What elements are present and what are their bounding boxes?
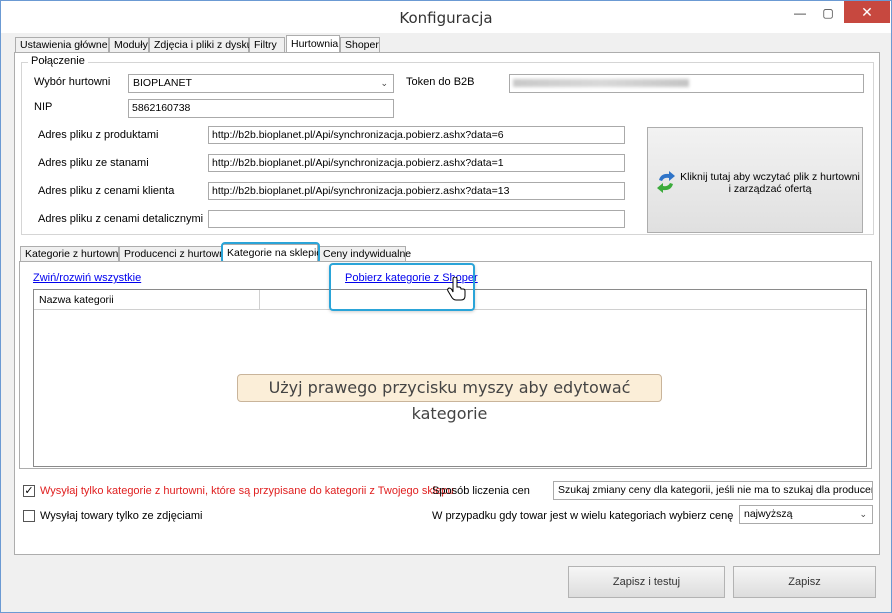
tab-filtry[interactable]: Filtry [249, 37, 285, 53]
stock-file-label: Adres pliku ze stanami [38, 157, 149, 169]
retail-prices-file-label: Adres pliku z cenami detalicznymi [38, 213, 204, 225]
multi-category-label: W przypadku gdy towar jest w wielu kateg… [432, 510, 734, 522]
nip-label: NIP [34, 101, 53, 113]
category-name-column-header[interactable]: Nazwa kategorii [34, 290, 260, 310]
window-title: Konfiguracja [399, 9, 493, 27]
tab-hurtownia[interactable]: Hurtownia [286, 35, 340, 53]
multi-category-value: najwyższą [744, 508, 793, 520]
token-redaction [513, 79, 689, 87]
products-file-label: Adres pliku z produktami [38, 129, 159, 141]
only-with-photos-label: Wysyłaj towary tylko ze zdjęciami [40, 510, 203, 522]
price-method-label: Sposób liczenia cen [432, 485, 530, 497]
subtab-producenci[interactable]: Producenci z hurtowni [119, 246, 227, 262]
collapse-expand-all-link[interactable]: Zwiń/rozwiń wszystkie [33, 272, 141, 284]
send-assigned-label: Wysyłaj tylko kategorie z hurtowni, któr… [40, 485, 454, 497]
wholesaler-select[interactable]: BIOPLANET ⌄ [128, 74, 394, 93]
minimize-icon[interactable]: — [787, 3, 813, 23]
price-method-value: Szukaj zmiany ceny dla kategorii, jeśli … [558, 484, 873, 496]
token-input[interactable] [509, 74, 864, 93]
multi-category-select[interactable]: najwyższą ⌄ [739, 505, 873, 524]
title-bar[interactable]: Konfiguracja — ▢ ✕ [1, 1, 891, 33]
retail-prices-file-input[interactable] [208, 210, 625, 228]
chevron-down-icon: ⌄ [859, 509, 867, 519]
hurtownia-panel: Połączenie Wybór hurtowni BIOPLANET ⌄ To… [14, 52, 880, 555]
nip-input[interactable]: 5862160738 [128, 99, 394, 118]
tab-shoper[interactable]: Shoper [340, 37, 380, 53]
client-prices-file-label: Adres pliku z cenami klienta [38, 185, 175, 197]
price-method-select[interactable]: Szukaj zmiany ceny dla kategorii, jeśli … [553, 481, 873, 500]
only-with-photos-checkbox[interactable] [23, 510, 35, 522]
close-icon[interactable]: ✕ [844, 1, 890, 23]
send-assigned-checkbox[interactable]: ✓ [23, 485, 35, 497]
subtab-ceny-indywidualne[interactable]: Ceny indywidualne [318, 246, 411, 262]
chevron-down-icon: ⌄ [380, 78, 388, 88]
subtab-kategorie-z-hurtowni[interactable]: Kategorie z hurtowni [20, 246, 121, 262]
tab-zdjecia[interactable]: Zdjęcia i pliki z dysku [149, 37, 253, 53]
wholesaler-label: Wybór hurtowni [34, 76, 111, 88]
tab-ustawienia-glowne[interactable]: Ustawienia główne [15, 37, 109, 53]
edit-categories-hint: Użyj prawego przycisku myszy aby edytowa… [237, 374, 662, 423]
wholesaler-value: BIOPLANET [133, 77, 192, 89]
save-and-test-button[interactable]: Zapisz i testuj [568, 566, 725, 598]
stock-file-input[interactable]: http://b2b.bioplanet.pl/Api/synchronizac… [208, 154, 625, 172]
load-wholesale-file-button[interactable]: Kliknij tutaj aby wczytać plik z hurtown… [647, 127, 863, 233]
load-wholesale-file-label: Kliknij tutaj aby wczytać plik z hurtown… [680, 171, 860, 195]
save-button[interactable]: Zapisz [733, 566, 876, 598]
maximize-icon[interactable]: ▢ [815, 3, 841, 23]
token-label: Token do B2B [406, 76, 475, 88]
hand-cursor-icon [447, 277, 466, 301]
tab-moduly[interactable]: Moduły [109, 37, 149, 53]
connection-legend: Połączenie [28, 55, 88, 67]
client-prices-file-input[interactable]: http://b2b.bioplanet.pl/Api/synchronizac… [208, 182, 625, 200]
products-file-input[interactable]: http://b2b.bioplanet.pl/Api/synchronizac… [208, 126, 625, 144]
refresh-icon [657, 171, 675, 193]
configuration-window: Konfiguracja — ▢ ✕ Ustawienia główne Mod… [0, 0, 892, 613]
chevron-down-icon: ⌄ [859, 485, 867, 495]
